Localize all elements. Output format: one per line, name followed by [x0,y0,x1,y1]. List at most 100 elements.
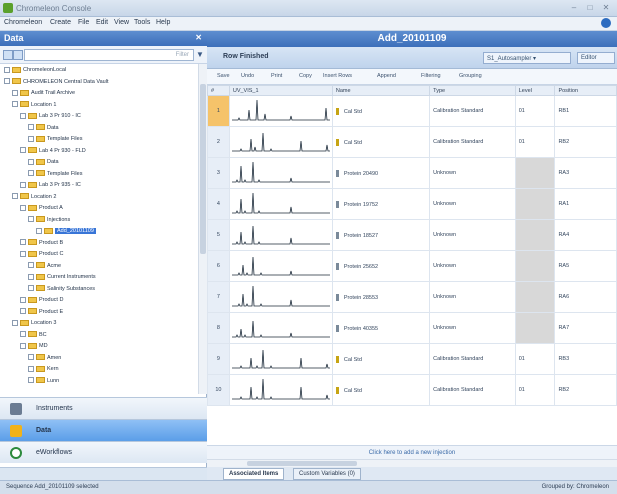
expand-icon[interactable] [12,89,18,96]
injection-type[interactable]: Unknown [429,188,516,220]
column-header[interactable]: # [207,85,230,96]
injection-position[interactable]: RA5 [554,250,617,282]
tree-node[interactable]: Add_20101109 [36,227,96,236]
menu-view[interactable]: View [114,19,129,26]
expand-icon[interactable] [28,170,34,177]
row-number[interactable]: 9 [207,343,230,375]
editor-button[interactable]: Editor [577,52,615,64]
expand-icon[interactable] [28,377,34,384]
injection-level[interactable]: 01 [514,343,556,375]
tree-node[interactable]: Product B [20,239,63,248]
table-row[interactable]: 10 Cal Std Calibration Standard 01 RB2 [207,374,617,406]
injection-level[interactable] [514,219,556,251]
expand-icon[interactable] [12,101,18,108]
tree-node[interactable]: Acme [28,262,61,271]
tree-node[interactable]: Data [28,124,59,133]
minimize-icon[interactable]: – [568,3,580,13]
injection-name-cell[interactable]: Protein 28553 [331,281,431,313]
injection-level[interactable]: 01 [514,374,556,406]
row-number[interactable]: 6 [207,250,230,282]
undo-button[interactable]: Undo [241,73,254,79]
tree-node[interactable]: Lab 4 Pr 930 - FLD [20,147,86,156]
expand-icon[interactable] [20,239,26,246]
tree-node[interactable]: Injections [28,216,70,225]
expand-icon[interactable] [20,296,26,303]
expand-icon[interactable] [28,135,34,142]
injection-position[interactable]: RB3 [554,343,617,375]
injection-type[interactable]: Unknown [429,219,516,251]
nav-eworkflows[interactable]: eWorkflows [0,441,207,463]
injection-name-cell[interactable]: Protein 18527 [331,219,431,251]
pin-icon[interactable]: ✕ [195,33,202,42]
save-button[interactable]: Save [217,73,230,79]
instrument-combo[interactable]: S1_Autosampler ▾ [483,52,571,64]
injection-name-cell[interactable]: Cal Std [331,343,431,375]
injection-type[interactable]: Unknown [429,312,516,344]
tab-custom-variables[interactable]: Custom Variables (0) [293,468,361,480]
row-number[interactable]: 1 [207,95,230,127]
navigate-icon[interactable] [3,50,13,60]
tree-node[interactable]: MD [20,342,48,351]
help-icon[interactable] [601,18,611,28]
injection-level[interactable] [514,250,556,282]
tree-scrollbar[interactable] [198,64,207,394]
filtering-button[interactable]: Filtering [421,73,441,79]
expand-icon[interactable] [20,342,26,349]
expand-icon[interactable] [20,181,26,188]
injection-type[interactable]: Calibration Standard [429,95,516,127]
expand-icon[interactable] [20,308,26,315]
injection-level[interactable] [514,312,556,344]
injection-type[interactable]: Calibration Standard [429,374,516,406]
refresh-icon[interactable] [13,50,23,60]
injection-level[interactable] [514,281,556,313]
row-number[interactable]: 7 [207,281,230,313]
column-header[interactable]: Type [429,85,516,96]
menu-help[interactable]: Help [156,19,170,26]
expand-icon[interactable] [4,66,10,73]
column-header[interactable]: Position [554,85,617,96]
table-row[interactable]: 3 Protein 20490 Unknown RA3 [207,157,617,189]
nav-data[interactable]: Data [0,419,207,441]
injection-type[interactable]: Calibration Standard [429,343,516,375]
scroll-thumb[interactable] [247,461,357,466]
table-hscrollbar[interactable] [207,459,617,467]
injection-position[interactable]: RB2 [554,374,617,406]
expand-icon[interactable] [28,216,34,223]
injection-level[interactable] [514,188,556,220]
nav-instruments[interactable]: Instruments [0,397,207,419]
insert-rows-button[interactable]: Insert Rows [323,73,352,79]
expand-icon[interactable] [12,193,18,200]
injection-name-cell[interactable]: Cal Std [331,126,431,158]
tree-node[interactable]: Lab 3 Pr 910 - IC [20,112,81,121]
filter-icon[interactable]: ▼ [196,50,204,59]
menu-tools[interactable]: Tools [134,19,150,26]
tree-node[interactable]: Template Files [28,170,82,179]
table-row[interactable]: 8 Protein 40355 Unknown RA7 [207,312,617,344]
scroll-thumb[interactable] [200,84,206,254]
injection-type[interactable]: Calibration Standard [429,126,516,158]
injection-position[interactable]: RA4 [554,219,617,251]
filter-input[interactable]: Filter [24,49,194,61]
copy-button[interactable]: Copy [299,73,312,79]
tab-associated-items[interactable]: Associated Items [223,468,285,480]
expand-icon[interactable] [28,273,34,280]
expand-icon[interactable] [28,124,34,131]
injection-position[interactable]: RA1 [554,188,617,220]
injection-position[interactable]: RA3 [554,157,617,189]
menu-edit[interactable]: Edit [96,19,108,26]
expand-icon[interactable] [28,262,34,269]
injection-position[interactable]: RA6 [554,281,617,313]
row-number[interactable]: 8 [207,312,230,344]
column-header[interactable]: UV_VIS_1 [228,85,333,96]
tree-node[interactable]: Location 3 [12,319,56,328]
tree-node[interactable]: Audit Trail Archive [12,89,75,98]
expand-icon[interactable] [28,354,34,361]
tree-node[interactable]: Lunn [28,377,59,386]
expand-icon[interactable] [20,250,26,257]
table-row[interactable]: 4 Protein 19752 Unknown RA1 [207,188,617,220]
expand-icon[interactable] [20,204,26,211]
table-row[interactable]: 5 Protein 18527 Unknown RA4 [207,219,617,251]
expand-icon[interactable] [12,319,18,326]
injection-type[interactable]: Unknown [429,250,516,282]
menu-chromeleon[interactable]: Chromeleon [4,19,42,26]
